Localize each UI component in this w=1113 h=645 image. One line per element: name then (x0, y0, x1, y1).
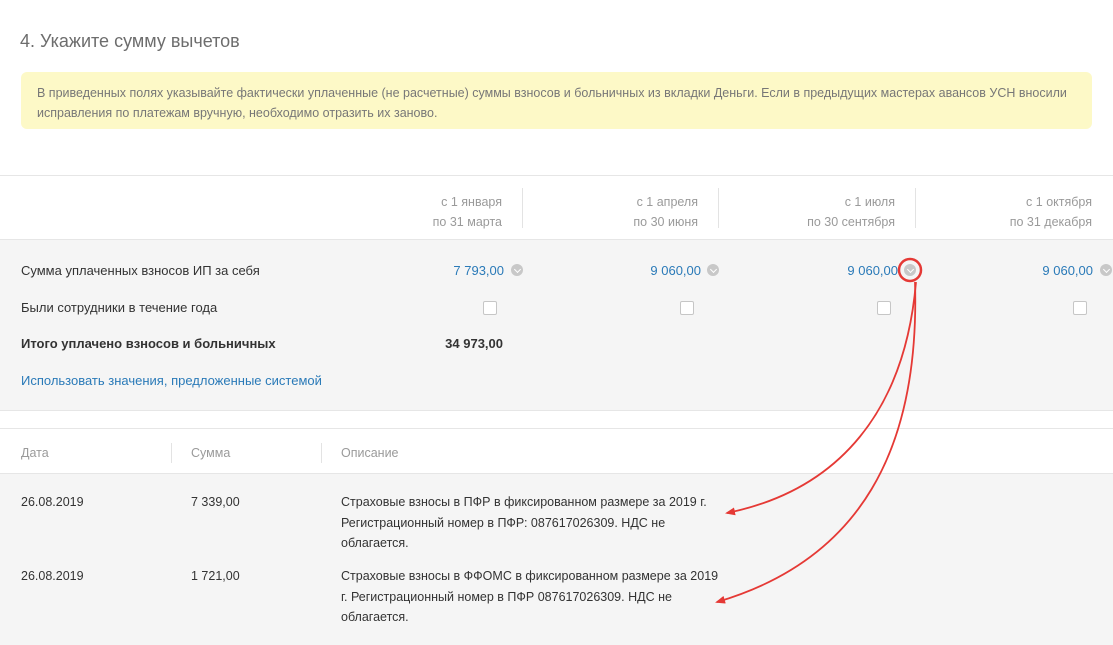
column-divider (171, 443, 172, 463)
chevron-down-icon[interactable] (904, 264, 916, 276)
employees-checkbox-q1[interactable] (483, 301, 497, 315)
period-divider (522, 188, 523, 228)
page-title: 4. Укажите сумму вычетов (20, 31, 240, 51)
period-q4: с 1 октября по 31 декабря (1010, 192, 1092, 232)
column-header-date: Дата (21, 446, 49, 460)
period-q1-from: с 1 января (441, 195, 502, 209)
payment-amount: 7 339,00 (191, 495, 240, 509)
description-line: Страховые взносы в ПФР в фиксированном р… (341, 495, 707, 509)
chevron-down-icon[interactable] (1100, 264, 1112, 276)
period-q2-to: по 30 июня (633, 215, 698, 229)
column-header-description: Описание (341, 446, 399, 460)
period-q4-to: по 31 декабря (1009, 215, 1092, 229)
contribution-amount-q1[interactable]: 7 793,00 (453, 263, 504, 278)
info-notice: В приведенных полях указывайте фактическ… (21, 72, 1092, 129)
period-q2: с 1 апреля по 30 июня (633, 192, 698, 232)
payment-description: Страховые взносы в ФФОМС в фиксированном… (341, 566, 718, 628)
employees-checkbox-q4[interactable] (1073, 301, 1087, 315)
period-q1-to: по 31 марта (432, 215, 502, 229)
description-line: г. Регистрационный номер в ПФР 087617026… (341, 589, 672, 604)
payments-table-header: Дата Сумма Описание (0, 428, 1113, 474)
chevron-down-icon[interactable] (511, 264, 523, 276)
employees-checkbox-q3[interactable] (877, 301, 891, 315)
payment-description: Страховые взносы в ПФР в фиксированном р… (341, 492, 707, 554)
description-line: облагается. (341, 610, 409, 624)
chevron-down-icon[interactable] (707, 264, 719, 276)
description-line: облагается. (341, 536, 409, 550)
description-line: Регистрационный номер в ПФР: 08761702630… (341, 515, 666, 530)
contribution-amount-q4[interactable]: 9 060,00 (1042, 263, 1093, 278)
period-q4-from: с 1 октября (1026, 195, 1092, 209)
payments-table-body: 26.08.2019 7 339,00 Страховые взносы в П… (0, 474, 1113, 645)
period-q3: с 1 июля по 30 сентября (807, 192, 895, 232)
period-divider (718, 188, 719, 228)
total-value: 34 973,00 (445, 336, 503, 351)
contribution-amount-q3[interactable]: 9 060,00 (847, 263, 898, 278)
column-header-amount: Сумма (191, 446, 231, 460)
period-q3-from: с 1 июля (844, 195, 895, 209)
period-q2-from: с 1 апреля (636, 195, 698, 209)
total-label: Итого уплачено взносов и больничных (21, 336, 276, 351)
use-suggested-values-link[interactable]: Использовать значения, предложенные сист… (21, 373, 322, 388)
payment-amount: 1 721,00 (191, 569, 240, 583)
employees-checkbox-q2[interactable] (680, 301, 694, 315)
period-q1: с 1 января по 31 марта (433, 192, 502, 232)
period-divider (915, 188, 916, 228)
summary-block: Сумма уплаченных взносов ИП за себя 7 79… (0, 240, 1113, 411)
payment-date: 26.08.2019 (21, 495, 84, 509)
employees-label: Были сотрудники в течение года (21, 300, 218, 315)
column-divider (321, 443, 322, 463)
payment-date: 26.08.2019 (21, 569, 84, 583)
period-q3-to: по 30 сентября (807, 215, 895, 229)
description-line: Страховые взносы в ФФОМС в фиксированном… (341, 569, 719, 583)
periods-header: с 1 января по 31 марта с 1 апреля по 30 … (0, 175, 1113, 240)
contribution-amount-q2[interactable]: 9 060,00 (650, 263, 701, 278)
contributions-label: Сумма уплаченных взносов ИП за себя (21, 263, 260, 278)
